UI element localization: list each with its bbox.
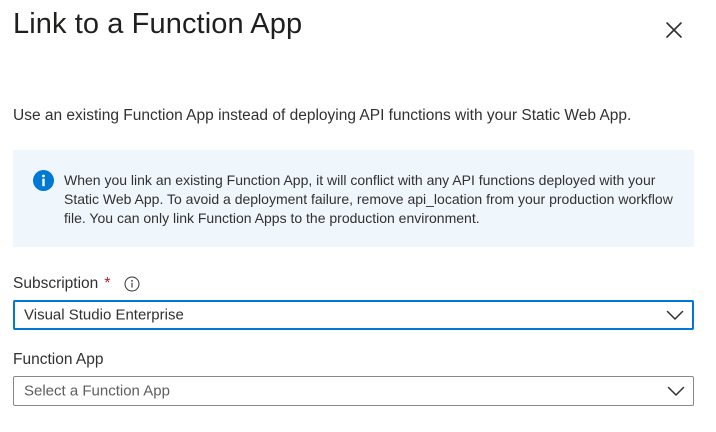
info-message-text: When you link an existing Function App, … [64,172,673,226]
chevron-down-icon [667,386,685,396]
info-message-bar: When you link an existing Function App, … [13,150,694,247]
info-icon [33,170,54,191]
function-app-placeholder: Select a Function App [24,382,170,400]
required-marker: * [104,275,111,292]
chevron-down-icon [666,310,684,320]
info-circle-icon[interactable] [124,276,140,292]
panel-description: Use an existing Function App instead of … [13,107,632,124]
panel-title: Link to a Function App [13,8,303,40]
subscription-label-row: Subscription * [13,275,140,293]
subscription-selected-value: Visual Studio Enterprise [24,306,184,324]
close-button[interactable] [660,16,688,44]
function-app-label: Function App [13,351,104,368]
subscription-dropdown[interactable]: Visual Studio Enterprise [13,300,694,330]
function-app-dropdown[interactable]: Select a Function App [13,376,694,406]
function-app-label-row: Function App [13,351,103,369]
link-function-app-panel: Link to a Function App Use an existing F… [0,0,716,432]
subscription-label: Subscription [13,275,99,292]
close-icon [666,22,682,38]
